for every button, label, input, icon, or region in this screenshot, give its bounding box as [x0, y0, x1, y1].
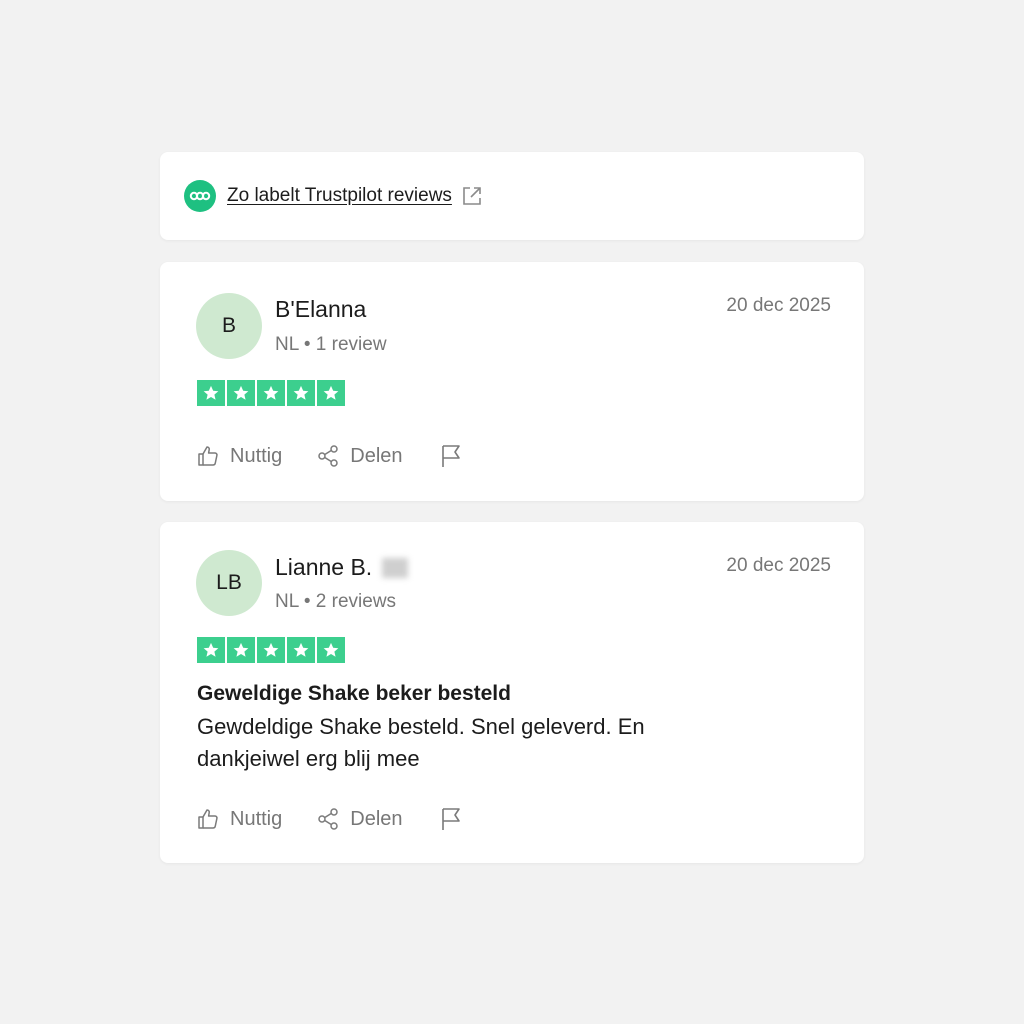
star-rating	[197, 637, 345, 663]
reviewer-name[interactable]: Lianne B.	[275, 554, 409, 581]
how-trustpilot-labels-reviews-link[interactable]: Zo labelt Trustpilot reviews	[227, 185, 452, 207]
review-body: Gewdeldige Shake besteld. Snel geleverd.…	[197, 714, 645, 771]
star-icon	[227, 380, 255, 406]
review-actions: Nuttig Delen	[196, 806, 463, 832]
helpful-label: Nuttig	[230, 807, 283, 830]
star-rating	[197, 380, 345, 406]
external-link-icon[interactable]	[461, 185, 483, 207]
reviewer-name-text: Lianne B.	[275, 554, 373, 580]
page: Zo labelt Trustpilot reviews B B'Elanna …	[0, 0, 1024, 1024]
review-card: B B'Elanna NL • 1 review 20 dec 2025 Nut…	[160, 262, 864, 501]
avatar[interactable]: B	[196, 293, 262, 359]
avatar-initials: LB	[216, 571, 242, 594]
report-button[interactable]	[439, 443, 463, 469]
reviewer-name[interactable]: B'Elanna	[275, 296, 366, 323]
thumbs-up-icon	[198, 809, 218, 829]
review-date: 20 dec 2025	[726, 555, 831, 576]
avatar-initials: B	[221, 314, 236, 337]
star-icon	[287, 637, 315, 663]
trustpilot-label-icon	[184, 180, 216, 212]
share-button[interactable]: Delen	[316, 444, 403, 468]
review-actions: Nuttig Delen	[196, 443, 463, 469]
share-icon	[318, 445, 338, 467]
share-button[interactable]: Delen	[316, 807, 403, 831]
star-icon	[257, 637, 285, 663]
reviewer-meta: NL • 1 review	[275, 334, 387, 355]
star-icon	[227, 637, 255, 663]
helpful-button[interactable]: Nuttig	[196, 807, 282, 831]
star-icon	[257, 380, 285, 406]
review-labeling-info-card: Zo labelt Trustpilot reviews	[160, 152, 864, 240]
blurred-badge	[382, 557, 409, 578]
thumbs-up-icon	[198, 446, 218, 466]
share-label: Delen	[350, 807, 403, 830]
share-label: Delen	[350, 444, 403, 467]
star-icon	[317, 380, 345, 406]
reviewer-meta: NL • 2 reviews	[275, 591, 397, 612]
star-icon	[317, 637, 345, 663]
report-button[interactable]	[439, 806, 463, 832]
flag-icon	[441, 808, 460, 830]
star-icon	[197, 637, 225, 663]
review-date: 20 dec 2025	[726, 295, 831, 316]
star-icon	[197, 380, 225, 406]
share-icon	[318, 808, 338, 830]
flag-icon	[441, 445, 460, 467]
helpful-label: Nuttig	[230, 444, 283, 467]
review-title[interactable]: Geweldige Shake beker besteld	[197, 682, 511, 706]
helpful-button[interactable]: Nuttig	[196, 444, 282, 468]
avatar[interactable]: LB	[196, 550, 262, 616]
star-icon	[287, 380, 315, 406]
reviewer-name-text: B'Elanna	[275, 296, 367, 322]
review-card: LB Lianne B. NL • 2 reviews 20 dec 2025 …	[160, 522, 864, 863]
